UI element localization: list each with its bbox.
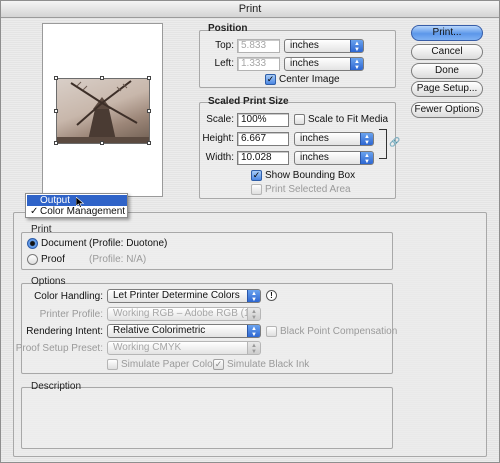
show-bounding-box-label: Show Bounding Box [265, 170, 356, 181]
updown-arrows-icon: ▲ ▼ [247, 308, 260, 320]
center-image-checkbox[interactable]: ✓ [265, 74, 276, 85]
left-unit-select[interactable]: inches ▲ ▼ [284, 57, 364, 71]
center-image-label: Center Image [279, 74, 340, 85]
bounding-handle[interactable] [147, 76, 151, 80]
bounding-handle[interactable] [54, 109, 58, 113]
width-label: Width: [205, 152, 234, 163]
scale-label: Scale: [206, 114, 234, 125]
description-title: Description [31, 381, 82, 392]
color-handling-select[interactable]: Let Printer Determine Colors ▲ ▼ [107, 289, 261, 303]
bounding-handle[interactable] [54, 141, 58, 145]
simulate-paper-label: Simulate Paper Color [121, 359, 217, 370]
updown-arrows-icon: ▲ ▼ [350, 58, 363, 70]
print-dialog: Print Position Top: 5.833 inches ▲ ▼ Lef… [0, 0, 500, 463]
print-source-title: Print [31, 224, 52, 235]
scale-field[interactable]: 100% [237, 113, 289, 127]
print-button[interactable]: Print... [411, 25, 483, 41]
width-unit-value: inches [300, 152, 329, 163]
fewer-options-button[interactable]: Fewer Options [411, 102, 483, 118]
bounding-handle[interactable] [100, 76, 104, 80]
updown-arrows-icon: ▲ ▼ [247, 342, 260, 354]
updown-arrows-icon: ▲ ▼ [350, 40, 363, 52]
rendering-intent-value: Relative Colorimetric [113, 325, 206, 336]
scale-to-fit-label: Scale to Fit Media [308, 114, 389, 125]
proof-radio[interactable] [27, 254, 38, 265]
simulate-paper-checkbox[interactable] [107, 359, 118, 370]
printer-profile-select[interactable]: Working RGB – Adobe RGB (19... ▲ ▼ [107, 307, 261, 321]
scaled-print-size-title: Scaled Print Size [208, 96, 289, 107]
updown-arrows-icon: ▲ ▼ [360, 133, 373, 145]
rendering-intent-select[interactable]: Relative Colorimetric ▲ ▼ [107, 324, 261, 338]
proof-label: Proof [41, 254, 65, 265]
document-profile: (Profile: Duotone) [89, 238, 168, 249]
done-button[interactable]: Done [411, 63, 483, 79]
print-selected-area-label: Print Selected Area [265, 184, 351, 195]
width-field[interactable]: 10.028 [237, 151, 289, 165]
chain-link-icon[interactable]: 🔗 [389, 137, 400, 148]
document-radio[interactable] [27, 238, 38, 249]
updown-arrows-icon: ▲ ▼ [360, 152, 373, 164]
description-group [21, 387, 393, 449]
mouse-cursor-icon [75, 196, 85, 211]
position-title: Position [208, 23, 248, 34]
top-unit-select[interactable]: inches ▲ ▼ [284, 39, 364, 53]
top-unit-value: inches [290, 40, 319, 51]
page-setup-button[interactable]: Page Setup... [411, 81, 483, 97]
bounding-handle[interactable] [147, 141, 151, 145]
top-field[interactable]: 5.833 [237, 39, 280, 53]
proof-profile: (Profile: N/A) [89, 254, 147, 265]
height-unit-value: inches [300, 133, 329, 144]
preview-image [56, 78, 150, 144]
checkmark-icon: ✓ [30, 206, 39, 217]
updown-arrows-icon: ▲ ▼ [247, 325, 260, 337]
scale-to-fit-checkbox[interactable] [294, 114, 305, 125]
updown-arrows-icon: ▲ ▼ [247, 290, 260, 302]
bounding-handle[interactable] [54, 76, 58, 80]
rendering-intent-label: Rendering Intent: [26, 326, 103, 337]
document-label: Document [41, 238, 87, 249]
height-unit-select[interactable]: inches ▲ ▼ [294, 132, 374, 146]
print-preview [42, 23, 163, 197]
show-bounding-box-checkbox[interactable]: ✓ [251, 170, 262, 181]
proof-setup-label: Proof Setup Preset: [15, 343, 103, 354]
color-handling-label: Color Handling: [34, 291, 103, 302]
left-unit-value: inches [290, 58, 319, 69]
left-label: Left: [214, 58, 234, 69]
simulate-black-checkbox[interactable]: ✓ [213, 359, 224, 370]
printer-profile-label: Printer Profile: [39, 309, 103, 320]
proof-setup-value: Working CMYK [113, 342, 182, 353]
menu-item-output-label: Output [40, 195, 71, 206]
printer-profile-value: Working RGB – Adobe RGB (19... [113, 308, 261, 319]
windmill-photo-icon [57, 80, 149, 143]
black-point-label: Black Point Compensation [280, 326, 398, 337]
color-handling-value: Let Printer Determine Colors [113, 290, 240, 301]
black-point-checkbox[interactable] [266, 326, 277, 337]
height-label: Height: [202, 133, 234, 144]
proof-setup-select[interactable]: Working CMYK ▲ ▼ [107, 341, 261, 355]
simulate-black-label: Simulate Black Ink [227, 359, 310, 370]
constrain-proportions-bracket [379, 129, 387, 159]
info-icon[interactable]: ! [266, 290, 277, 301]
left-field[interactable]: 1.333 [237, 57, 280, 71]
window-title: Print [1, 1, 499, 18]
bounding-handle[interactable] [147, 109, 151, 113]
cancel-button[interactable]: Cancel [411, 44, 483, 60]
top-label: Top: [215, 40, 234, 51]
width-unit-select[interactable]: inches ▲ ▼ [294, 151, 374, 165]
options-title: Options [31, 276, 66, 287]
bounding-handle[interactable] [100, 141, 104, 145]
print-selected-area-checkbox[interactable] [251, 184, 262, 195]
output-menu: Output ✓ Color Management [25, 193, 128, 218]
height-field[interactable]: 6.667 [237, 132, 289, 146]
